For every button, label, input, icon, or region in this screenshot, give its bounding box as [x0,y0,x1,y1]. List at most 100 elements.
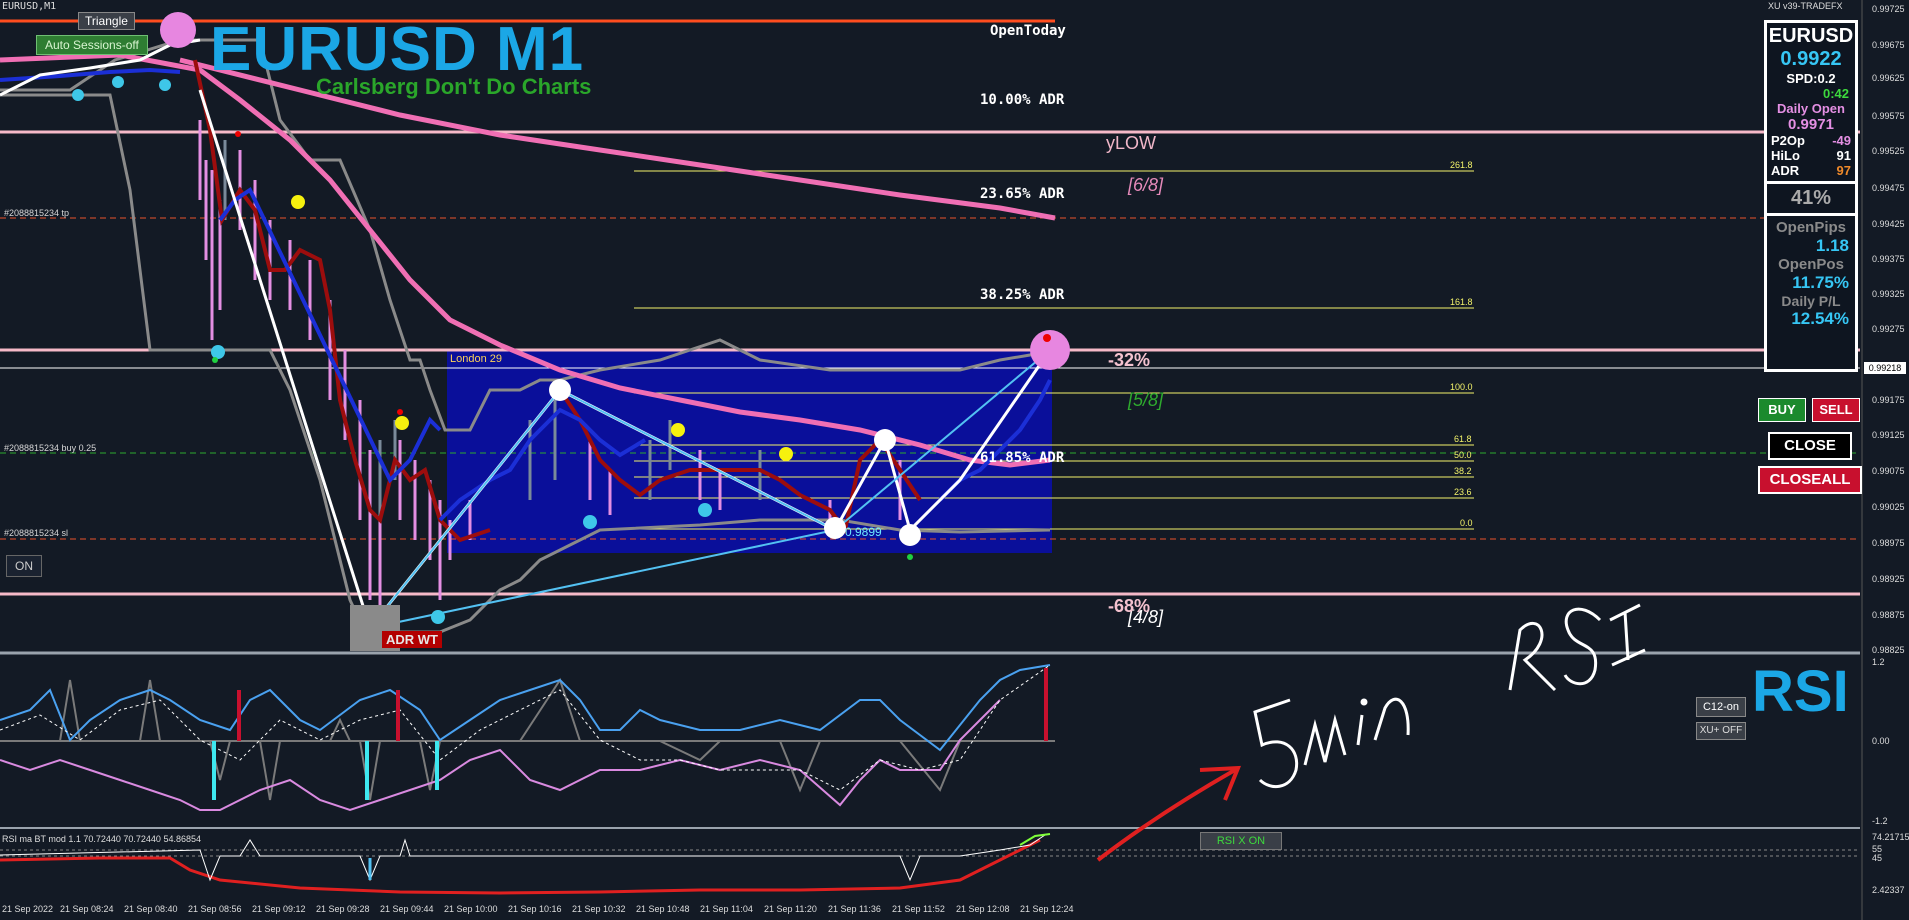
buy-button[interactable]: BUY [1758,398,1806,422]
open-pos-value: 11.75% [1792,273,1849,292]
time-tick: 21 Sep 08:40 [124,904,178,914]
time-tick: 21 Sep 2022 [2,904,54,914]
rsi-sub-scale: 2.42337 [1872,885,1905,895]
time-tick: 21 Sep 11:36 [828,904,881,914]
trend-low-label: 0.9899 [845,525,882,539]
price-tick: 0.99075 [1872,466,1905,476]
price-tick: 0.98825 [1872,645,1905,655]
fib-0: 0.0 [1460,518,1473,528]
fib-100: 100.0 [1450,382,1473,392]
adr-10-label: 10.00% ADR [980,92,1065,108]
fib-38: 38.2 [1454,466,1472,476]
pct-down: -68% [1108,596,1151,616]
hilo-value: 91 [1836,148,1851,163]
current-price-tag: 0.99218 [1864,362,1906,374]
pivot-high [549,379,571,401]
price-tick: 0.99625 [1872,73,1905,83]
price-tick: 0.99025 [1872,502,1905,512]
time-tick: 21 Sep 12:08 [956,904,1010,914]
triangle-button[interactable]: Triangle [78,12,135,30]
adr-wt-label: ADR WT [382,631,442,648]
panel-daily-open-label: Daily Open [1777,101,1845,116]
closeall-button[interactable]: CLOSEALL [1758,466,1862,494]
close-button[interactable]: CLOSE [1768,432,1852,460]
price-tick: 0.99725 [1872,4,1905,14]
time-tick: 21 Sep 10:00 [444,904,498,914]
panel-adr-row: ADR 97 [1767,163,1855,178]
time-tick: 21 Sep 10:32 [572,904,626,914]
murrey-6-8: [6/8] [1128,175,1164,195]
rsi-ma-red [0,838,1041,895]
time-tick: 21 Sep 11:52 [892,904,945,914]
time-tick: 21 Sep 08:24 [60,904,114,914]
open-today-label: OpenToday [990,23,1066,39]
sell-button[interactable]: SELL [1812,398,1860,422]
rsi-blue-line [0,664,1051,752]
auto-sessions-button[interactable]: Auto Sessions-off [36,35,148,55]
order-buy-label[interactable]: #2088815234 buy 0.25 [4,443,96,453]
daily-pl-value: 12.54% [1791,309,1849,328]
p2op-label: P2Op [1771,133,1805,148]
price-tick: 0.99525 [1872,146,1905,156]
order-tp-label[interactable]: #2088815234 tp [4,208,69,218]
panel-adr-pct: 41% [1790,187,1832,209]
fib-50: 50.0 [1454,450,1472,460]
time-tick: 21 Sep 09:44 [380,904,434,914]
ylow-label: yLOW [1106,133,1157,153]
open-pos-label: OpenPos [1778,256,1844,273]
time-tick: 21 Sep 08:56 [188,904,242,914]
rsi-ma-label: RSI ma BT mod 1.1 70.72440 70.72440 54.8… [2,834,201,844]
c12-button[interactable]: C12-on [1696,697,1746,717]
rsi-sub-scale: 45 [1872,853,1883,863]
fib-261: 261.8 [1450,160,1473,170]
order-sl-label[interactable]: #2088815234 sl [4,528,68,538]
rsi-sub-scale: 74.21715 [1872,832,1909,842]
time-tick: 21 Sep 12:24 [1020,904,1074,914]
p2op-value: -49 [1832,133,1851,148]
price-chart[interactable] [0,0,1909,920]
info-panel: EURUSD 0.9922 SPD:0.2 0:42 Daily Open 0.… [1764,20,1858,372]
hilo-label: HiLo [1771,148,1800,163]
chart-subtitle: Carlsberg Don't Do Charts [316,74,592,99]
daily-pl-label: Daily P/L [1781,293,1841,309]
rsi-red-spikes [237,668,1048,741]
time-tick: 21 Sep 10:16 [508,904,562,914]
time-tick: 21 Sep 09:28 [316,904,370,914]
panel-timer: 0:42 [1822,86,1849,101]
rsi-pink-line [0,699,1001,812]
on-button[interactable]: ON [6,555,42,577]
price-tick: 0.99175 [1872,395,1905,405]
adr-38-label: 38.25% ADR [980,287,1065,303]
price-tick: 0.98975 [1872,538,1905,548]
price-tick: 0.99275 [1872,324,1905,334]
price-tick: 0.98925 [1872,574,1905,584]
handwriting-5min-rsi [1253,603,1646,789]
price-tick: 0.99375 [1872,254,1905,264]
price-tick: 0.99325 [1872,289,1905,299]
time-tick: 21 Sep 11:20 [764,904,817,914]
panel-p2op-row: P2Op -49 [1767,133,1855,148]
panel-spread: SPD:0.2 [1786,71,1836,86]
rsi-title: RSI [1752,659,1849,724]
adr-23-label: 23.65% ADR [980,186,1065,202]
rsi-scale-top: 1.2 [1872,657,1885,667]
panel-symbol: EURUSD [1768,25,1854,47]
price-tick: 0.99675 [1872,40,1905,50]
time-tick: 21 Sep 09:12 [252,904,306,914]
murrey-5-8: [5/8] [1128,390,1164,410]
price-tick: 0.99575 [1872,111,1905,121]
broker-label: XU v39-TRADEFX [1768,1,1843,11]
blue-trend [0,67,181,82]
panel-daily-open: 0.9971 [1788,116,1834,133]
adr-61-label: 61.85% ADR [980,450,1065,466]
adr-value: 97 [1836,163,1851,178]
xu-off-button[interactable]: XU+ OFF [1696,722,1746,740]
open-pips-label: OpenPips [1775,219,1846,236]
adr-label: ADR [1771,163,1800,178]
rsi-x-on-button[interactable]: RSI X ON [1200,832,1282,850]
pct-up: -32% [1108,350,1151,370]
price-tick: 0.99425 [1872,219,1905,229]
rsi-scale-mid: 0.00 [1872,736,1890,746]
open-pips-value: 1.18 [1815,236,1849,255]
price-tick: 0.99475 [1872,183,1905,193]
